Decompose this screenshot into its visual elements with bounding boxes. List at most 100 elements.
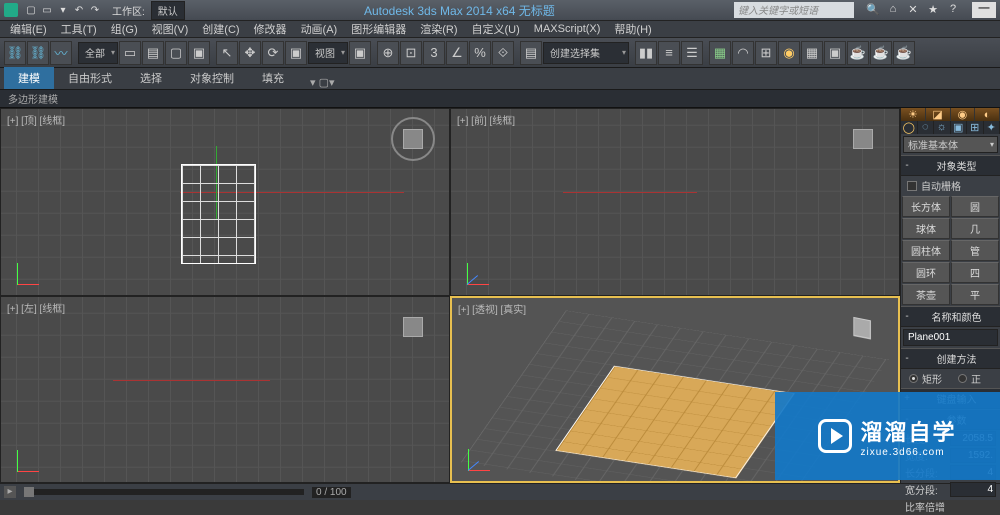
cat-helpers-icon[interactable]: ⊞ [967,121,984,134]
save-icon[interactable]: ▾ [56,3,70,17]
pivot-icon[interactable]: ▣ [349,41,371,65]
renderframe-icon[interactable]: ▣ [824,41,846,65]
viewcube-left[interactable] [391,305,435,349]
curve-icon[interactable]: ◠ [732,41,754,65]
undo-icon[interactable]: ↶ [72,3,86,17]
rollout-objecttype[interactable]: -对象类型 [901,155,1000,176]
star-icon[interactable]: ★ [926,3,940,17]
tab-hierarchy-icon[interactable]: ◉ [951,108,976,121]
menu-edit[interactable]: 编辑(E) [4,20,53,38]
schematic-icon[interactable]: ⊞ [755,41,777,65]
workspace-selector[interactable]: 默认 [151,1,185,20]
menu-customize[interactable]: 自定义(U) [466,20,526,38]
minimize-button[interactable]: — [972,2,996,18]
anglesnap-icon[interactable]: ∠ [446,41,468,65]
cursor-icon[interactable]: ↖ [216,41,238,65]
btn-pyr[interactable]: 四 [951,262,999,283]
select-window-icon[interactable]: ▣ [188,41,210,65]
menu-create[interactable]: 创建(C) [196,20,245,38]
menu-maxscript[interactable]: MAXScript(X) [528,22,607,36]
tab-objectpaint[interactable]: 对象控制 [176,67,248,89]
unlink-icon[interactable]: ⛓ [27,41,49,65]
tab-motion-icon[interactable]: ◐ [975,108,1000,121]
exchange-icon[interactable]: ✕ [906,3,920,17]
viewcube-persp[interactable] [840,306,884,350]
pctsnap-icon[interactable]: % [469,41,491,65]
select-rect-icon[interactable]: ▢ [165,41,187,65]
viewport-left-label[interactable]: [+] [左] [线框] [7,300,65,315]
manip-icon[interactable]: ⊕ [377,41,399,65]
radio-square[interactable]: 正 [950,369,989,388]
ribbon-dropdown-icon[interactable]: ▾ ▢▾ [310,76,335,89]
help-search-input[interactable]: 键入关键字或短语 [734,2,854,18]
btn-cylinder[interactable]: 圆柱体 [902,240,950,261]
rollout-createmethod[interactable]: -创建方法 [901,348,1000,369]
menu-render[interactable]: 渲染(R) [414,20,463,38]
viewport-left[interactable]: [+] [左] [线框] [0,296,450,484]
primitive-category[interactable]: 标准基本体 [903,136,998,153]
btn-tube[interactable]: 管 [951,240,999,261]
editselset-icon[interactable]: ▤ [520,41,542,65]
redo-icon[interactable]: ↷ [88,3,102,17]
tab-freeform[interactable]: 自由形式 [54,67,126,89]
select-name-icon[interactable]: ▤ [142,41,164,65]
select-icon[interactable]: ▭ [119,41,141,65]
menu-group[interactable]: 组(G) [105,20,144,38]
btn-box[interactable]: 长方体 [902,196,950,217]
viewport-top[interactable]: [+] [顶] [线框] [0,108,450,296]
btn-torus[interactable]: 圆环 [902,262,950,283]
wsegs-input[interactable] [950,482,996,497]
snap3-icon[interactable]: 3 [423,41,445,65]
cat-space-icon[interactable]: ✦ [984,121,1000,134]
time-slider[interactable] [24,489,304,495]
expand-icon[interactable]: ▸ [4,486,16,498]
menu-tools[interactable]: 工具(T) [55,20,103,38]
autogrid-checkbox[interactable]: 自动栅格 [901,176,1000,195]
viewport-front-label[interactable]: [+] [前] [线框] [457,112,515,127]
named-selset[interactable]: 创建选择集 [543,42,629,64]
align-icon[interactable]: ≡ [658,41,680,65]
layer-icon[interactable]: ☰ [681,41,703,65]
cat-lights-icon[interactable]: ☼ [934,121,951,134]
tab-populate[interactable]: 填充 [248,67,298,89]
btn-teapot[interactable]: 茶壶 [902,284,950,305]
object-name-input[interactable]: Plane001 [903,329,998,346]
new-icon[interactable]: ▢ [24,3,38,17]
teapot-prod-icon[interactable]: ☕ [870,41,892,65]
material-icon[interactable]: ◉ [778,41,800,65]
tab-modeling[interactable]: 建模 [4,67,54,89]
open-icon[interactable]: ▭ [40,3,54,17]
viewcube-top[interactable] [391,117,435,161]
graphite-icon[interactable]: ▦ [709,41,731,65]
move-icon[interactable]: ✥ [239,41,261,65]
cat-shapes-icon[interactable]: ◌ [918,121,935,134]
menu-animation[interactable]: 动画(A) [295,20,344,38]
btn-sphere[interactable]: 球体 [902,218,950,239]
btn-plane[interactable]: 平 [951,284,999,305]
viewport-front[interactable]: [+] [前] [线框] [450,108,900,296]
help-icon[interactable]: ? [946,3,960,17]
radio-rectangle[interactable]: 矩形 [901,369,950,388]
menu-modifiers[interactable]: 修改器 [248,20,293,38]
rendersetup-icon[interactable]: ▦ [801,41,823,65]
menu-view[interactable]: 视图(V) [146,20,195,38]
viewport-top-label[interactable]: [+] [顶] [线框] [7,112,65,127]
teapot-render-icon[interactable]: ☕ [847,41,869,65]
spinner-icon[interactable]: ⟐ [492,41,514,65]
tab-create-icon[interactable]: ☀ [901,108,926,121]
search-icon[interactable]: 🔍 [866,3,880,17]
tab-selection[interactable]: 选择 [126,67,176,89]
link-icon[interactable]: ⛓ [4,41,26,65]
keymode-icon[interactable]: ⊡ [400,41,422,65]
viewcube-front[interactable] [841,117,885,161]
cat-geometry-icon[interactable]: ◯ [901,121,918,134]
rotate-icon[interactable]: ⟳ [262,41,284,65]
menu-grapheditor[interactable]: 图形编辑器 [345,20,412,38]
scale-icon[interactable]: ▣ [285,41,307,65]
cat-cameras-icon[interactable]: ▣ [951,121,968,134]
btn-geo[interactable]: 几 [951,218,999,239]
tab-modify-icon[interactable]: ◪ [926,108,951,121]
teapot-iter-icon[interactable]: ☕ [893,41,915,65]
ref-coord[interactable]: 视图 [308,42,348,64]
viewport-persp-label[interactable]: [+] [透视] [真实] [458,301,526,316]
